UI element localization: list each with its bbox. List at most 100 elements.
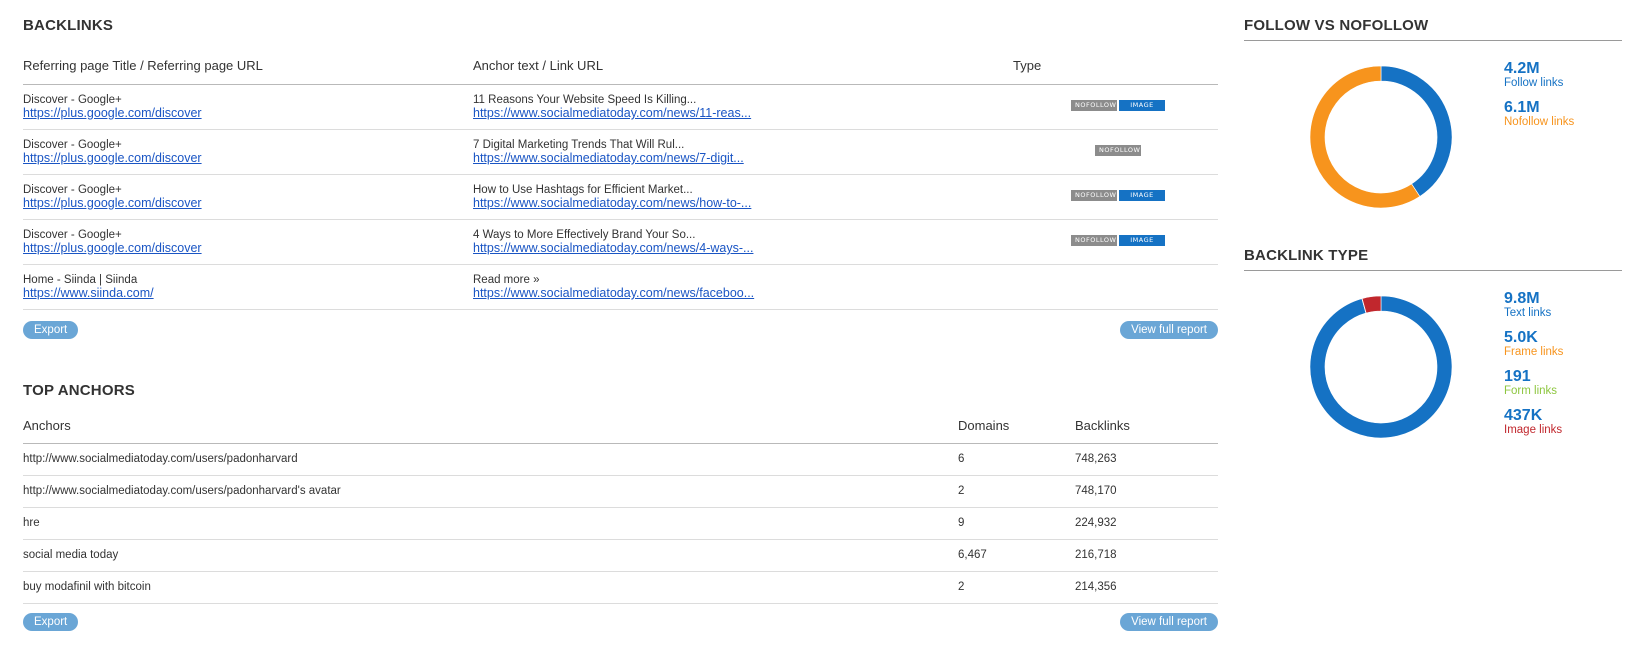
legend-value: 9.8M	[1504, 290, 1540, 307]
legend-value: 4.2M	[1504, 60, 1540, 77]
legend-value: 191	[1504, 368, 1531, 385]
badge-image: IMAGE	[1119, 100, 1165, 111]
backlinks-count: 748,170	[1075, 485, 1117, 497]
type-legend: 9.8M Text links 5.0K Frame links 191 Form …	[1504, 290, 1563, 446]
referring-cell: Discover - Google+ https://plus.google.c…	[23, 94, 202, 120]
donut-slice-text-links	[1310, 296, 1452, 438]
backlinks-count: 216,718	[1075, 549, 1117, 561]
header-type: Type	[1013, 58, 1042, 73]
backlinks-table: Referring page Title / Referring page UR…	[23, 56, 1218, 310]
header-anchor: Anchor text / Link URL	[473, 58, 604, 73]
anchor-cell: How to Use Hashtags for Efficient Market…	[473, 184, 751, 210]
table-row: hre 9 224,932	[23, 508, 1218, 540]
legend-value: 6.1M	[1504, 99, 1540, 116]
badge-nofollow: NOFOLLOW	[1071, 235, 1117, 246]
type-donut-chart	[1310, 296, 1452, 438]
legend-value: 437K	[1504, 407, 1543, 424]
type-cell: NOFOLLOW IMAGE	[1013, 190, 1223, 203]
backlinks-export-button[interactable]: Export	[23, 321, 79, 339]
legend-label: Text links	[1504, 307, 1552, 319]
anchor-cell: 7 Digital Marketing Trends That Will Rul…	[473, 139, 744, 165]
anchors-rows: http://www.socialmediatoday.com/users/pa…	[23, 444, 1218, 604]
anchors-export-button[interactable]: Export	[23, 613, 79, 631]
backlinks-header: Referring page Title / Referring page UR…	[23, 56, 1218, 85]
type-cell: NOFOLLOW	[1013, 145, 1223, 158]
domains-count: 2	[958, 581, 965, 593]
anchor-cell: Read more » https://www.socialmediatoday…	[473, 274, 754, 300]
domains-count: 2	[958, 485, 965, 497]
backlinks-view-report-button[interactable]: View full report	[1120, 321, 1218, 339]
backlinks-count: 214,356	[1075, 581, 1117, 593]
anchor-text: social media today	[23, 549, 119, 561]
header-backlinks: Backlinks	[1075, 418, 1130, 433]
type-cell: NOFOLLOW IMAGE	[1013, 100, 1223, 113]
table-row: Discover - Google+ https://plus.google.c…	[23, 85, 1218, 130]
backlinks-count: 224,932	[1075, 517, 1117, 529]
anchors-view-report-button[interactable]: View full report	[1120, 613, 1218, 631]
table-row: Discover - Google+ https://plus.google.c…	[23, 130, 1218, 175]
referring-url-link[interactable]: https://www.siinda.com/	[23, 287, 154, 300]
table-row: Discover - Google+ https://plus.google.c…	[23, 220, 1218, 265]
referring-url-link[interactable]: https://plus.google.com/discover	[23, 197, 202, 210]
top-anchors-title: TOP ANCHORS	[23, 382, 135, 399]
badge-nofollow: NOFOLLOW	[1071, 100, 1117, 111]
table-row: social media today 6,467 216,718	[23, 540, 1218, 572]
legend-label: Image links	[1504, 424, 1563, 436]
referring-url-link[interactable]: https://plus.google.com/discover	[23, 152, 202, 165]
target-url-link[interactable]: https://www.socialmediatoday.com/news/4-…	[473, 242, 753, 255]
badge-image: IMAGE	[1119, 190, 1165, 201]
follow-donut-chart	[1310, 66, 1452, 208]
referring-cell: Discover - Google+ https://plus.google.c…	[23, 184, 202, 210]
anchor-text: http://www.socialmediatoday.com/users/pa…	[23, 453, 298, 465]
legend-item: 4.2M Follow links	[1504, 60, 1574, 90]
table-row: http://www.socialmediatoday.com/users/pa…	[23, 476, 1218, 508]
legend-label: Follow links	[1504, 77, 1564, 89]
table-row: Discover - Google+ https://plus.google.c…	[23, 175, 1218, 220]
referring-cell: Discover - Google+ https://plus.google.c…	[23, 139, 202, 165]
target-url-link[interactable]: https://www.socialmediatoday.com/news/7-…	[473, 152, 744, 165]
target-url-link[interactable]: https://www.socialmediatoday.com/news/11…	[473, 107, 751, 120]
badge-nofollow: NOFOLLOW	[1095, 145, 1141, 156]
domains-count: 6	[958, 453, 965, 465]
type-cell: NOFOLLOW IMAGE	[1013, 235, 1223, 248]
backlinks-rows: Discover - Google+ https://plus.google.c…	[23, 85, 1218, 310]
anchors-table: Anchors Domains Backlinks http://www.soc…	[23, 416, 1218, 604]
anchors-header: Anchors Domains Backlinks	[23, 416, 1218, 444]
legend-item: 9.8M Text links	[1504, 290, 1563, 320]
donut-slice-nofollow-links	[1310, 66, 1421, 208]
badge-nofollow: NOFOLLOW	[1071, 190, 1117, 201]
follow-divider	[1244, 40, 1622, 41]
anchor-text: hre	[23, 517, 40, 529]
badge-image: IMAGE	[1119, 235, 1165, 246]
follow-title: FOLLOW VS NOFOLLOW	[1244, 17, 1429, 34]
backlinks-count: 748,263	[1075, 453, 1117, 465]
header-referring: Referring page Title / Referring page UR…	[23, 58, 263, 73]
anchor-text: http://www.socialmediatoday.com/users/pa…	[23, 485, 341, 497]
table-row: buy modafinil with bitcoin 2 214,356	[23, 572, 1218, 604]
legend-item: 5.0K Frame links	[1504, 329, 1563, 359]
header-domains: Domains	[958, 418, 1010, 433]
anchor-text: buy modafinil with bitcoin	[23, 581, 151, 593]
referring-url-link[interactable]: https://plus.google.com/discover	[23, 107, 202, 120]
backlinks-title: BACKLINKS	[23, 17, 114, 34]
referring-url-link[interactable]: https://plus.google.com/discover	[23, 242, 202, 255]
legend-label: Nofollow links	[1504, 116, 1575, 128]
target-url-link[interactable]: https://www.socialmediatoday.com/news/fa…	[473, 287, 754, 300]
legend-label: Frame links	[1504, 346, 1564, 358]
header-anchors: Anchors	[23, 418, 71, 433]
target-url-link[interactable]: https://www.socialmediatoday.com/news/ho…	[473, 197, 751, 210]
legend-item: 437K Image links	[1504, 407, 1563, 437]
table-row: Home - Siinda | Siinda https://www.siind…	[23, 265, 1218, 310]
referring-cell: Discover - Google+ https://plus.google.c…	[23, 229, 202, 255]
follow-legend: 4.2M Follow links 6.1M Nofollow links	[1504, 60, 1574, 138]
legend-item: 6.1M Nofollow links	[1504, 99, 1574, 129]
legend-value: 5.0K	[1504, 329, 1538, 346]
legend-label: Form links	[1504, 385, 1558, 397]
anchor-cell: 4 Ways to More Effectively Brand Your So…	[473, 229, 753, 255]
donut-slice-follow-links	[1380, 66, 1452, 197]
domains-count: 9	[958, 517, 965, 529]
type-divider	[1244, 270, 1622, 271]
legend-item: 191 Form links	[1504, 368, 1563, 398]
domains-count: 6,467	[958, 549, 987, 561]
anchor-cell: 11 Reasons Your Website Speed Is Killing…	[473, 94, 751, 120]
